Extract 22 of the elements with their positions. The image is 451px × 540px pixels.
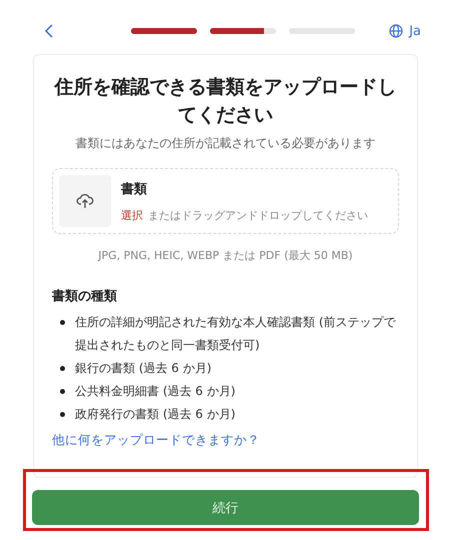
- page-title: 住所を確認できる書類をアップロードしてください: [53, 75, 398, 128]
- bullet-icon: [60, 389, 65, 394]
- help-link[interactable]: 他に何をアップロードできますか？: [52, 432, 260, 449]
- bullet-icon: [60, 412, 65, 417]
- file-format-note: JPG, PNG, HEIC, WEBP または PDF (最大 50 MB): [96, 248, 354, 263]
- section-heading: 書類の種類: [52, 288, 118, 305]
- file-drop-zone[interactable]: 書類 選択 またはドラッグアンドドロップしてください: [52, 168, 399, 234]
- globe-icon: [389, 24, 404, 38]
- document-type-item: 公共料金明細書 (過去 6 か月): [75, 383, 236, 400]
- drop-hint: またはドラッグアンドドロップしてください: [148, 208, 368, 222]
- progress-bar: [210, 28, 276, 34]
- select-link[interactable]: 選択: [121, 208, 143, 222]
- document-type-item: 銀行の書類 (過去 6 か月): [75, 360, 212, 377]
- bullet-icon: [60, 366, 65, 371]
- document-type-item: 政府発行の書類 (過去 6 か月): [75, 406, 236, 423]
- page-subtitle: 書類にはあなたの住所が記載されている必要があります: [74, 135, 376, 152]
- language-button[interactable]: Ja: [389, 24, 421, 38]
- continue-button[interactable]: 続行: [32, 490, 419, 525]
- upload-label: 書類: [121, 180, 148, 198]
- bullet-icon: [60, 320, 65, 325]
- cloud-upload-icon: [76, 193, 94, 209]
- document-type-item: 住所の詳細が明記された有効な本人確認書類 (前ステップで提出されたものと同一書類受付可): [75, 314, 397, 354]
